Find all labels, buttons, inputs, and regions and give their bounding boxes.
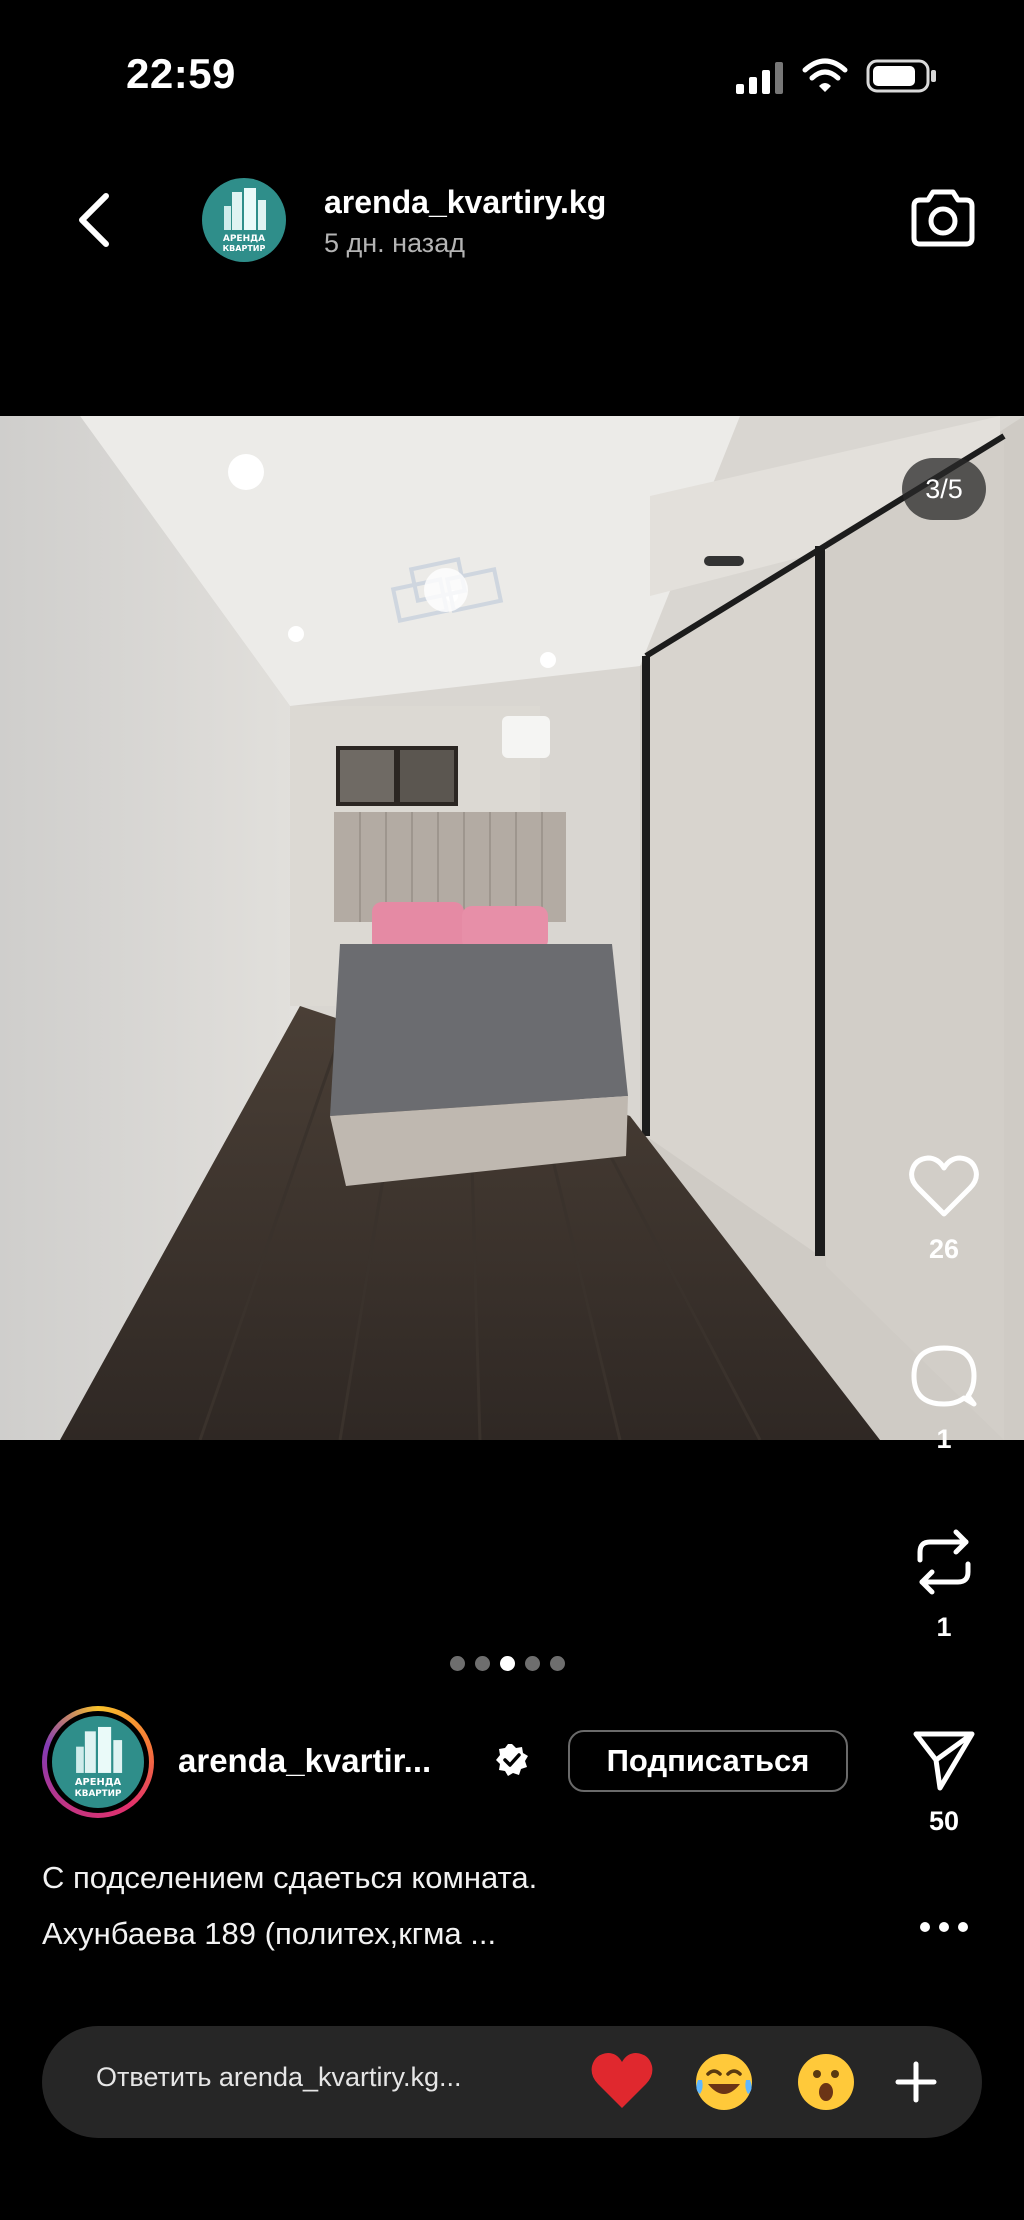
- avatar-text-line2: КВАРТИР: [223, 244, 266, 253]
- reply-input[interactable]: Ответить arenda_kvartiry.kg...: [96, 2062, 462, 2093]
- avatar-text-line1: АРЕНДА: [223, 234, 265, 244]
- header-avatar[interactable]: АРЕНДА КВАРТИР: [202, 178, 286, 262]
- post-caption[interactable]: С подселением сдаеться комната. Ахунбаев…: [42, 1850, 537, 1962]
- reposts-count: 1: [936, 1612, 952, 1642]
- pager-dot: [525, 1656, 540, 1671]
- avatar-logo-icon: АРЕНДА КВАРТИР: [223, 188, 266, 253]
- header-posted-time: 5 дн. назад: [324, 228, 465, 258]
- more-options-icon[interactable]: [918, 1920, 970, 1934]
- follow-button[interactable]: Подписаться: [568, 1730, 848, 1792]
- status-time: 22:59: [126, 50, 236, 97]
- carousel-pager: [450, 1656, 565, 1671]
- comment-icon: [911, 1345, 977, 1407]
- pager-dot: [475, 1656, 490, 1671]
- story-viewer: 22:59 АРЕНДА КВАРТИР arenda_kvartiry.kg …: [0, 0, 1024, 2220]
- author-avatar-logo-icon: АРЕНДА КВАРТИР: [75, 1726, 123, 1799]
- pager-dot-active: [500, 1656, 515, 1671]
- reply-bar[interactable]: Ответить arenda_kvartiry.kg...: [42, 2026, 982, 2138]
- author-avatar-text-line2: КВАРТИР: [75, 1789, 122, 1799]
- pager-dot: [450, 1656, 465, 1671]
- comment-action[interactable]: 1: [898, 1342, 990, 1455]
- signal-icon: [736, 62, 783, 94]
- status-bar: 22:59: [0, 0, 1024, 150]
- author-username[interactable]: arenda_kvartir...: [178, 1742, 431, 1780]
- bedroom-photo-image: [0, 416, 1024, 1440]
- camera-button[interactable]: [908, 186, 978, 250]
- heart-reaction-icon[interactable]: [590, 2050, 654, 2114]
- laughing-reaction-icon[interactable]: [692, 2050, 756, 2114]
- back-button[interactable]: [68, 188, 124, 252]
- repost-icon: [917, 1529, 971, 1595]
- likes-count: 26: [928, 1234, 960, 1264]
- share-action[interactable]: 50: [898, 1726, 990, 1837]
- plus-icon[interactable]: [890, 2056, 942, 2108]
- like-action[interactable]: 26: [898, 1154, 990, 1265]
- verified-badge-icon: [496, 1744, 528, 1776]
- wifi-icon: [802, 58, 848, 92]
- caption-line-1: С подселением сдаеться комната.: [42, 1860, 538, 1895]
- pager-dot: [550, 1656, 565, 1671]
- heart-icon: [909, 1155, 979, 1217]
- surprised-reaction-icon[interactable]: [794, 2050, 858, 2114]
- send-icon: [913, 1731, 975, 1791]
- comments-count: 1: [936, 1424, 952, 1454]
- header-username[interactable]: arenda_kvartiry.kg: [324, 184, 606, 221]
- battery-icon: [866, 59, 936, 93]
- photo-counter: 3/5: [902, 458, 986, 520]
- post-photo[interactable]: [0, 416, 1024, 1440]
- repost-action[interactable]: 1: [898, 1526, 990, 1643]
- author-avatar-text-line1: АРЕНДА: [75, 1777, 122, 1788]
- caption-line-2: Ахунбаева 189 (политех,кгма ...: [42, 1916, 497, 1951]
- shares-count: 50: [928, 1806, 960, 1836]
- author-avatar[interactable]: АРЕНДА КВАРТИР: [42, 1706, 154, 1818]
